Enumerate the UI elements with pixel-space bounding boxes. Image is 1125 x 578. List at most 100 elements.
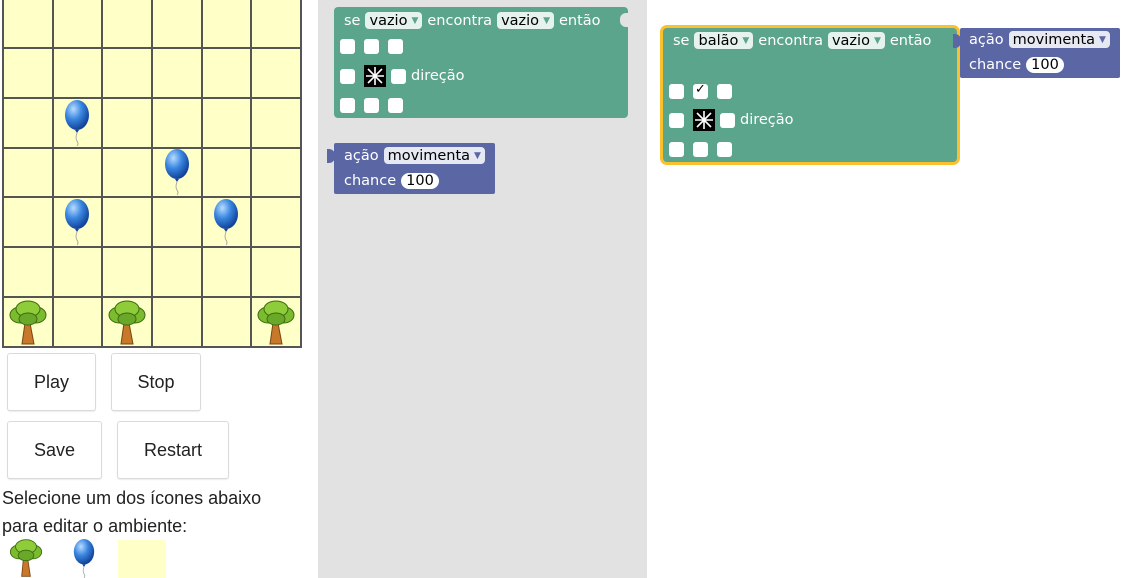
dir-checkbox-ne[interactable] — [388, 39, 403, 54]
grid-cell-empty[interactable] — [152, 297, 202, 347]
balloon-icon — [65, 199, 90, 246]
tree-icon — [9, 300, 47, 345]
grid-cell-empty[interactable] — [201, 0, 252, 48]
dir-checkbox-e[interactable] — [720, 112, 735, 128]
grid-cell-empty[interactable] — [251, 147, 301, 198]
grid-cell-balloon[interactable] — [152, 147, 202, 198]
action-value: movimenta — [387, 147, 471, 164]
save-button[interactable]: Save — [7, 421, 102, 479]
grid-cell-empty[interactable] — [52, 297, 103, 347]
grid-cell-tree[interactable] — [3, 297, 53, 347]
grid-cell-balloon[interactable] — [52, 197, 103, 248]
grid-cell-tree[interactable] — [102, 297, 152, 347]
grid-cell-empty[interactable] — [201, 147, 252, 198]
target-dropdown[interactable]: vazio ▼ — [827, 32, 885, 49]
grid-cell-empty[interactable] — [102, 97, 152, 148]
palette-balloon-icon[interactable] — [69, 539, 99, 578]
direction-label: direção — [411, 68, 465, 84]
grid-cell-empty[interactable] — [102, 47, 152, 98]
workspace-if-block[interactable]: se balão▼ encontra vazio▼ então direção — [663, 28, 957, 162]
dir-checkbox-sw[interactable] — [669, 142, 684, 157]
chance-keyword: chance — [969, 57, 1022, 73]
dir-checkbox-s[interactable] — [693, 142, 708, 157]
dir-checkbox-n-checked[interactable] — [693, 82, 708, 99]
grid-cell-empty[interactable] — [52, 47, 103, 98]
action-keyword: ação — [969, 31, 1004, 48]
dropdown-arrow-icon: ▼ — [873, 35, 881, 46]
grid-cell-empty[interactable] — [102, 247, 152, 298]
grid-cell-empty[interactable] — [102, 197, 152, 248]
subject-value: balão — [698, 32, 739, 49]
instructions-line-2: para editar o ambiente: — [2, 516, 188, 536]
grid-cell-empty[interactable] — [152, 0, 202, 48]
grid-cell-empty[interactable] — [251, 97, 301, 148]
dir-checkbox-nw[interactable] — [340, 39, 355, 54]
dir-checkbox-se[interactable] — [717, 142, 732, 157]
grid-cell-empty[interactable] — [3, 0, 53, 48]
action-dropdown[interactable]: movimenta ▼ — [383, 147, 485, 164]
chance-keyword: chance — [344, 173, 397, 189]
dir-checkbox-s[interactable] — [364, 98, 379, 113]
grid-cell-empty[interactable] — [152, 97, 202, 148]
grid-cell-empty[interactable] — [102, 0, 152, 48]
balloon-icon — [65, 99, 90, 146]
stop-button[interactable]: Stop — [111, 353, 201, 411]
block-connector — [327, 149, 335, 163]
palette-empty-cell[interactable] — [118, 540, 166, 578]
palette-tree-icon[interactable] — [6, 538, 46, 578]
dir-checkbox-e[interactable] — [391, 68, 406, 84]
chance-input[interactable]: 100 — [401, 173, 439, 189]
grid-cell-empty[interactable] — [251, 247, 301, 298]
grid-cell-empty[interactable] — [251, 197, 301, 248]
play-button[interactable]: Play — [7, 353, 96, 411]
subject-dropdown[interactable]: balão ▼ — [694, 32, 754, 49]
instructions-text: Selecione um dos ícones abaixo para edit… — [2, 484, 302, 540]
grid-cell-empty[interactable] — [102, 147, 152, 198]
toolbox-if-block[interactable]: se vazio ▼ encontra vazio ▼ então direção — [334, 7, 628, 118]
instructions-line-1: Selecione um dos ícones abaixo — [2, 488, 262, 508]
grid-cell-empty[interactable] — [3, 47, 53, 98]
block-connector — [620, 13, 628, 27]
if-keyword: se — [344, 12, 361, 29]
restart-button[interactable]: Restart — [117, 421, 229, 479]
grid-cell-empty[interactable] — [201, 47, 252, 98]
dir-checkbox-w[interactable] — [669, 112, 684, 128]
dir-checkbox-ne[interactable] — [717, 84, 732, 99]
dir-checkbox-w[interactable] — [340, 68, 355, 84]
chance-input[interactable]: 100 — [1026, 57, 1064, 73]
grid-cell-empty[interactable] — [201, 297, 252, 347]
grid-cell-empty[interactable] — [52, 0, 103, 48]
subject-value: vazio — [369, 12, 408, 29]
grid-cell-empty[interactable] — [152, 197, 202, 248]
grid-cell-balloon[interactable] — [201, 197, 252, 248]
grid-cell-tree[interactable] — [251, 297, 301, 347]
grid-cell-empty[interactable] — [52, 247, 103, 298]
dir-checkbox-se[interactable] — [388, 98, 403, 113]
target-dropdown[interactable]: vazio ▼ — [497, 12, 554, 29]
grid-cell-empty[interactable] — [201, 97, 252, 148]
grid-cell-empty[interactable] — [152, 47, 202, 98]
direction-center-icon — [693, 109, 715, 131]
grid-cell-empty[interactable] — [201, 247, 252, 298]
dir-checkbox-n[interactable] — [364, 39, 379, 54]
grid-cell-empty[interactable] — [3, 147, 53, 198]
grid-cell-balloon[interactable] — [52, 97, 103, 148]
grid-cell-empty[interactable] — [3, 97, 53, 148]
grid-cell-empty[interactable] — [251, 0, 301, 48]
grid-cell-empty[interactable] — [152, 247, 202, 298]
if-keyword: se — [673, 32, 690, 49]
subject-dropdown[interactable]: vazio ▼ — [365, 12, 423, 29]
action-dropdown[interactable]: movimenta ▼ — [1008, 31, 1110, 48]
toolbox-action-block[interactable]: ação movimenta ▼ chance 100 — [327, 143, 495, 194]
grid-cell-empty[interactable] — [3, 197, 53, 248]
workspace-action-block[interactable]: ação movimenta ▼ chance 100 — [953, 28, 1120, 78]
dir-checkbox-sw[interactable] — [340, 98, 355, 113]
grid-cell-empty[interactable] — [251, 47, 301, 98]
grid-cell-empty[interactable] — [3, 247, 53, 298]
grid-cell-empty[interactable] — [52, 147, 103, 198]
dir-checkbox-nw[interactable] — [669, 84, 684, 99]
environment-grid[interactable] — [2, 0, 302, 348]
then-keyword: então — [889, 32, 932, 49]
tree-icon — [257, 300, 295, 345]
target-value: vazio — [501, 12, 540, 29]
